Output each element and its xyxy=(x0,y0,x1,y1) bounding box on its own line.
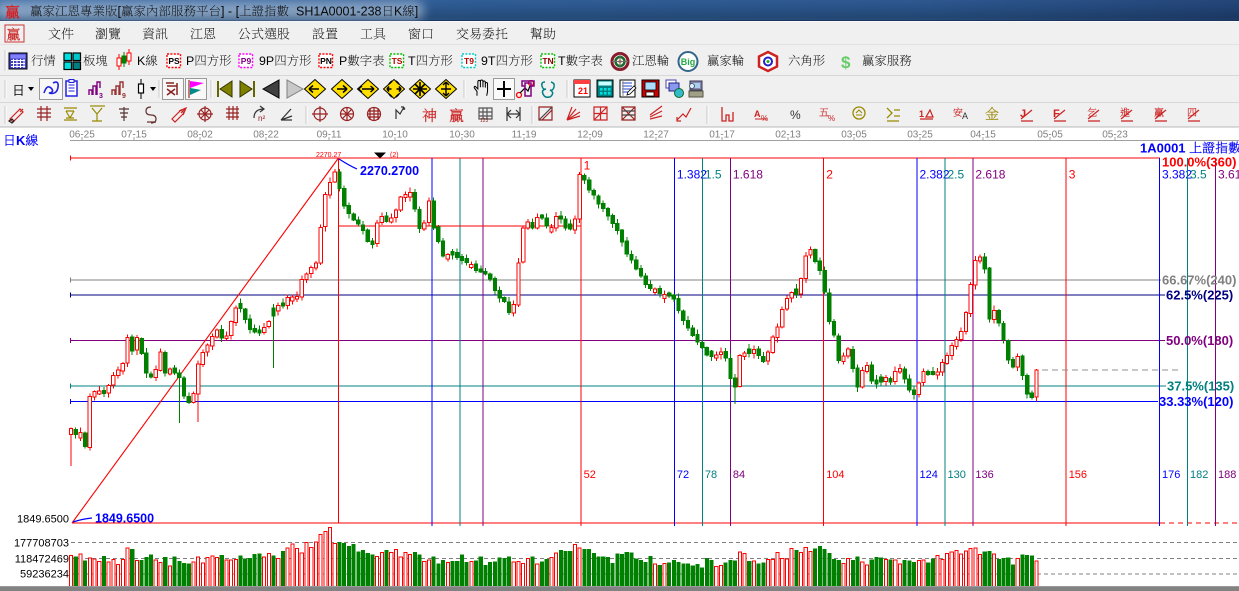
svg-text:62.5%(225): 62.5%(225) xyxy=(1166,288,1233,303)
svg-text:3: 3 xyxy=(1069,168,1076,182)
svg-text:3.5: 3.5 xyxy=(1190,168,1207,182)
svg-text:n²: n² xyxy=(258,114,265,123)
svg-text:188: 188 xyxy=(1218,469,1236,481)
svg-text:%: % xyxy=(790,108,801,122)
svg-text:124: 124 xyxy=(920,469,938,481)
svg-text:182: 182 xyxy=(1190,469,1208,481)
svg-text:P: P xyxy=(186,54,194,68)
svg-text:21: 21 xyxy=(578,86,588,96)
svg-text:K: K xyxy=(16,133,26,148)
svg-text:130: 130 xyxy=(948,469,966,481)
svg-text:50.0%(180): 50.0%(180) xyxy=(1166,333,1233,348)
svg-text:2270.2700: 2270.2700 xyxy=(360,164,419,178)
svg-text:1.618: 1.618 xyxy=(733,168,763,182)
svg-text:Big: Big xyxy=(681,57,696,67)
svg-text:104: 104 xyxy=(826,469,844,481)
svg-text:9: 9 xyxy=(122,93,126,100)
svg-text:PS: PS xyxy=(168,56,180,66)
svg-text:100.0%(360): 100.0%(360) xyxy=(1162,155,1236,170)
svg-text:T9: T9 xyxy=(464,56,474,66)
svg-text:(2): (2) xyxy=(390,152,399,159)
svg-text:59236234: 59236234 xyxy=(20,569,69,581)
svg-text:1849.6500: 1849.6500 xyxy=(17,514,69,526)
svg-text:156: 156 xyxy=(1069,469,1087,481)
svg-text:J: J xyxy=(1020,108,1026,120)
svg-text:P: P xyxy=(339,54,347,68)
svg-text:T: T xyxy=(408,54,416,68)
svg-text:K: K xyxy=(394,5,403,19)
svg-text:177708703: 177708703 xyxy=(14,538,69,550)
svg-text:1.5: 1.5 xyxy=(705,168,722,182)
svg-text:1849.6500: 1849.6500 xyxy=(95,512,154,526)
svg-text:2.5: 2.5 xyxy=(948,168,965,182)
svg-text:118472469: 118472469 xyxy=(15,554,69,566)
svg-text:3.618: 3.618 xyxy=(1218,168,1239,182)
svg-text:1: 1 xyxy=(584,159,591,173)
svg-text:SH1A0001-238: SH1A0001-238 xyxy=(296,5,382,19)
svg-text:66.67%(240): 66.67%(240) xyxy=(1162,273,1236,288)
svg-text:[: [ xyxy=(118,5,122,19)
svg-text:A: A xyxy=(962,111,968,121)
svg-text:A: A xyxy=(754,109,761,119)
svg-text:[: [ xyxy=(236,5,240,19)
svg-text:72: 72 xyxy=(677,469,689,481)
svg-text:3: 3 xyxy=(99,93,103,100)
svg-text:2270.27: 2270.27 xyxy=(316,152,341,159)
svg-text:TN: TN xyxy=(542,56,553,66)
svg-text:37.5%(135): 37.5%(135) xyxy=(1167,379,1234,394)
svg-text:2: 2 xyxy=(826,168,833,182)
svg-text:123: 123 xyxy=(480,118,489,124)
svg-text:K: K xyxy=(137,54,146,68)
svg-text:84: 84 xyxy=(733,469,745,481)
svg-text:TS: TS xyxy=(392,56,403,66)
svg-text:P9: P9 xyxy=(241,56,252,66)
svg-text:%: % xyxy=(828,114,835,123)
svg-text:1A0001: 1A0001 xyxy=(1140,141,1186,156)
svg-text:$: $ xyxy=(841,53,851,72)
svg-text:]: ] xyxy=(221,5,224,19)
svg-text:52: 52 xyxy=(584,469,596,481)
svg-text:]: ] xyxy=(415,5,418,19)
svg-text:2.618: 2.618 xyxy=(975,168,1005,182)
svg-text:-: - xyxy=(228,5,232,19)
svg-text:136: 136 xyxy=(975,469,993,481)
svg-text:PN: PN xyxy=(320,56,332,66)
svg-text:T: T xyxy=(558,54,566,68)
svg-text:1: 1 xyxy=(919,109,924,119)
svg-text:176: 176 xyxy=(1162,469,1180,481)
svg-text:9T: 9T xyxy=(481,54,496,68)
svg-text:33.33%(120): 33.33%(120) xyxy=(1159,394,1233,409)
svg-text:9P: 9P xyxy=(259,54,274,68)
svg-text:78: 78 xyxy=(705,469,717,481)
